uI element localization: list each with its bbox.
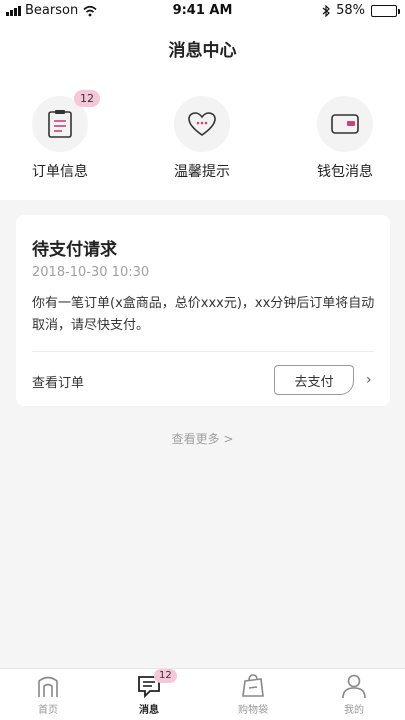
- category-label: 钱包消息: [317, 164, 373, 180]
- pay-button[interactable]: 去支付: [274, 365, 354, 395]
- category-order-info[interactable]: 12 订单信息: [0, 90, 120, 181]
- tab-label: 首页: [38, 705, 58, 716]
- home-icon: [38, 676, 58, 697]
- category-label: 订单信息: [32, 164, 88, 180]
- clipboard-icon: [48, 110, 72, 138]
- page-title: 消息中心: [168, 41, 237, 61]
- order-badge: 12: [74, 90, 100, 107]
- message-badge: 12: [154, 669, 177, 683]
- heart-icon: [188, 112, 216, 136]
- category-icon-circle: [317, 96, 373, 152]
- shopping-bag-icon: [242, 674, 264, 697]
- tab-profile[interactable]: 我的: [324, 673, 384, 716]
- payment-request-card: 待支付请求 2018-10-30 10:30 你有一笔订单(x盒商品，总价xxx…: [16, 215, 390, 406]
- status-bar: Bearson 9:41 AM 58%: [0, 0, 405, 22]
- user-icon: [342, 674, 366, 699]
- tab-label: 消息: [139, 705, 159, 716]
- wallet-icon: [331, 114, 359, 134]
- tab-label: 我的: [344, 705, 364, 716]
- category-tips[interactable]: 温馨提示: [142, 96, 262, 181]
- tab-bar: 首页 12 消息 购物袋 我的: [0, 668, 405, 720]
- tab-label: 购物袋: [238, 705, 268, 716]
- tab-shopping-bag[interactable]: 购物袋: [223, 673, 283, 716]
- category-icon-circle: 12: [32, 90, 100, 152]
- battery-percent: 58%: [336, 3, 365, 18]
- card-title: 待支付请求: [32, 240, 117, 260]
- card-timestamp: 2018-10-30 10:30: [32, 265, 150, 280]
- category-label: 温馨提示: [174, 164, 230, 180]
- header-area: Bearson 9:41 AM 58% 消息中心 12 订单信息 温馨提示 钱包…: [0, 0, 405, 200]
- card-body: 你有一笔订单(x盒商品，总价xxx元)，xx分钟后订单将自动取消，请尽快支付。: [32, 296, 375, 333]
- card-divider: [32, 351, 374, 352]
- battery-icon: [371, 4, 400, 17]
- chevron-right-icon[interactable]: ›: [366, 372, 372, 388]
- view-order-link[interactable]: 查看订单: [32, 372, 84, 391]
- bluetooth-icon: [322, 4, 330, 17]
- tab-home[interactable]: 首页: [18, 673, 78, 716]
- category-wallet[interactable]: 钱包消息: [285, 96, 405, 181]
- view-more-link[interactable]: 查看更多 >: [0, 430, 405, 447]
- status-right: 58%: [322, 3, 400, 18]
- category-icon-circle: [174, 96, 230, 152]
- tab-messages[interactable]: 12 消息: [119, 669, 179, 716]
